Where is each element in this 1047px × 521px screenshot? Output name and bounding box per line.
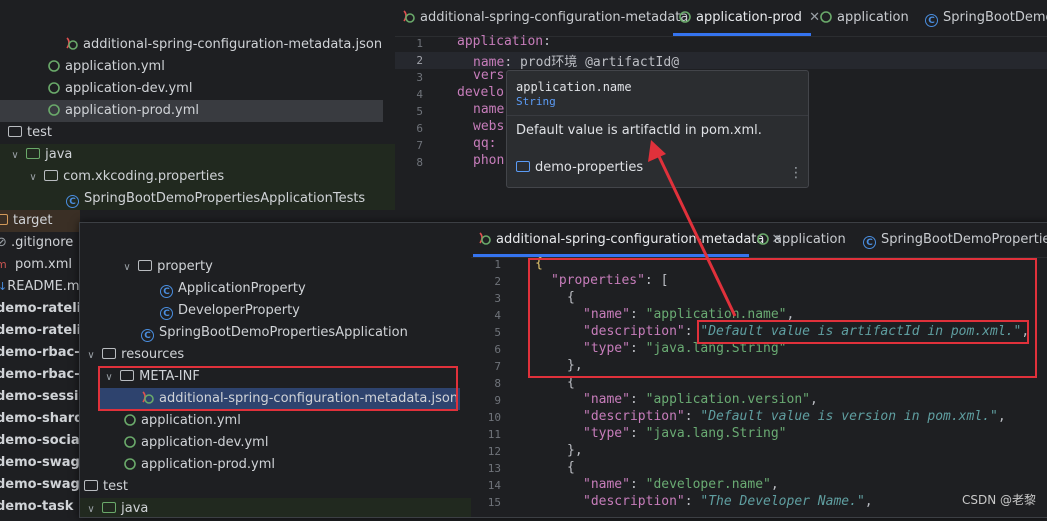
annotation-arrow bbox=[648, 140, 737, 317]
watermark: CSDN @老黎 bbox=[962, 493, 1037, 507]
